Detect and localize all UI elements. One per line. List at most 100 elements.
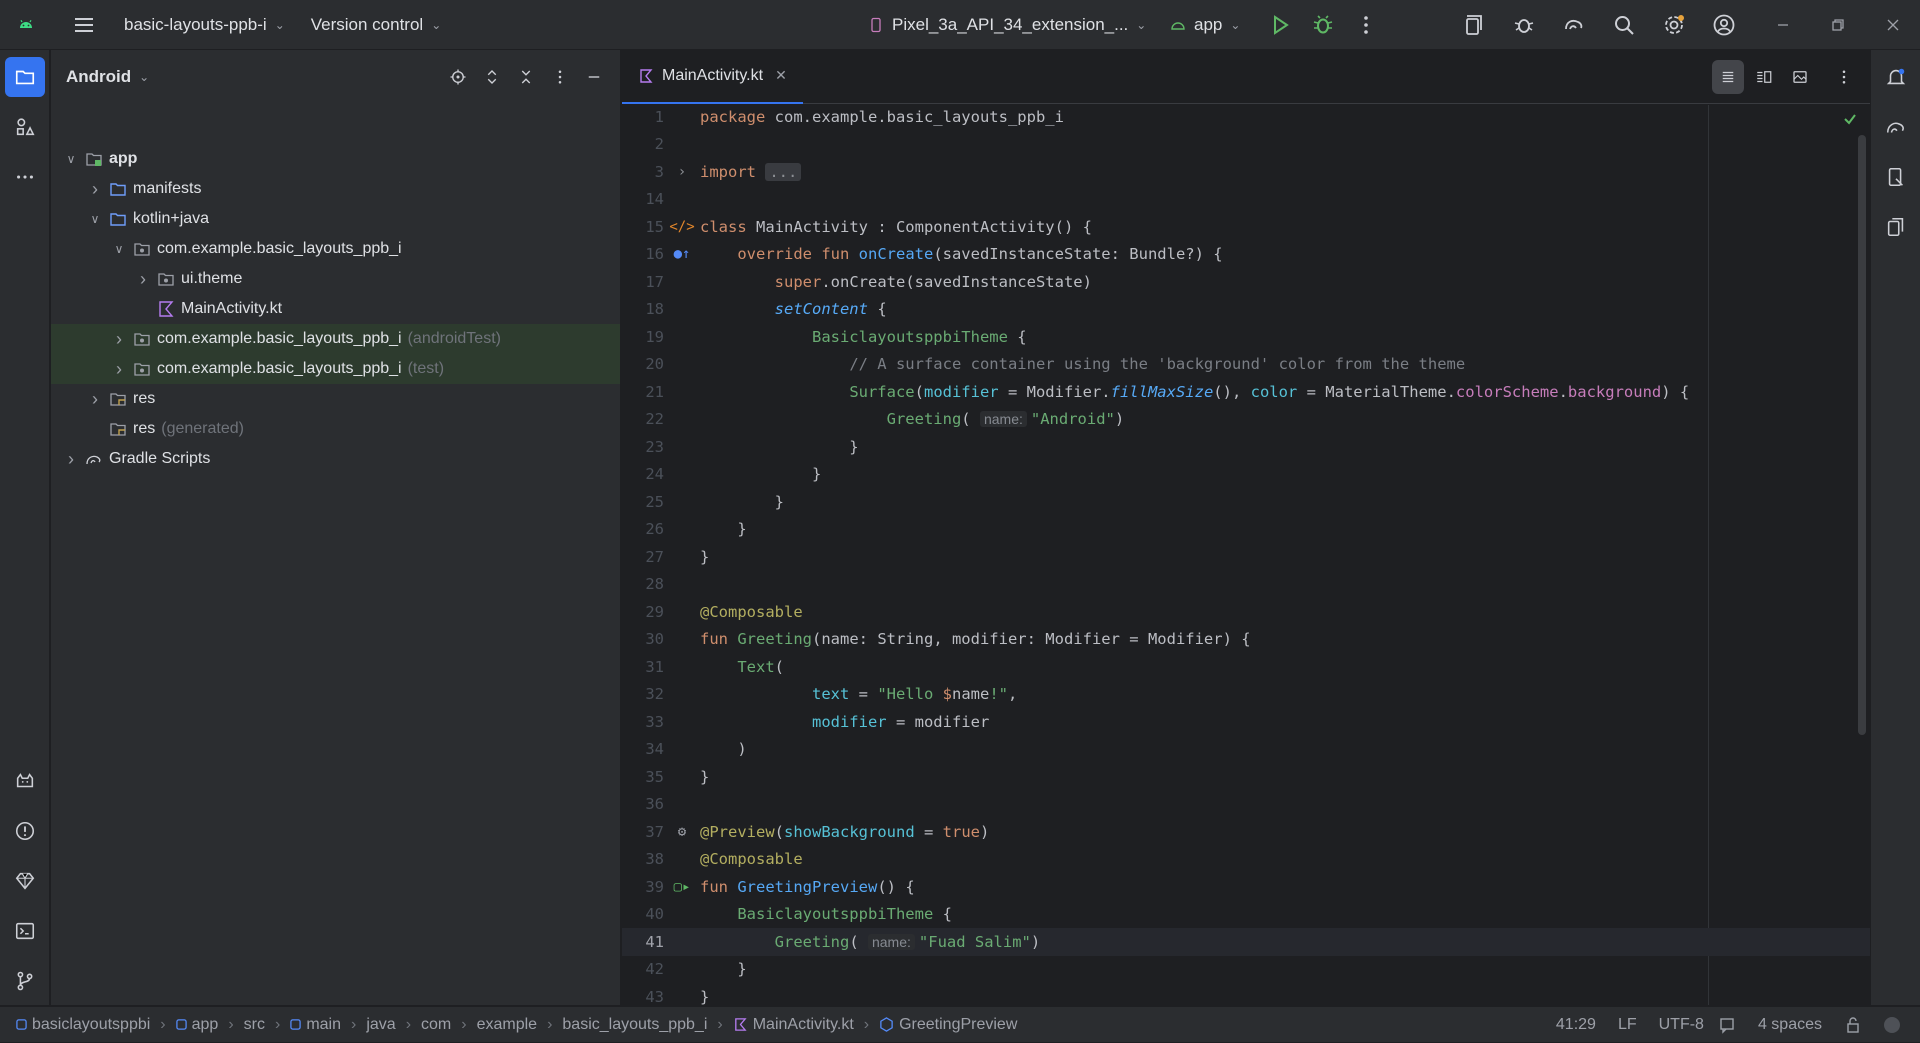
code-line[interactable]: 27} (622, 543, 1870, 571)
code-line[interactable]: 36 (622, 791, 1870, 819)
code-line[interactable]: 18 setContent { (622, 296, 1870, 324)
code-line[interactable]: 40 BasiclayoutsppbiTheme { (622, 901, 1870, 929)
code-line[interactable]: 34 ) (622, 736, 1870, 764)
code-area[interactable]: 1 package com.example.basic_layouts_ppb_i… (622, 105, 1870, 1005)
chevron-right-icon[interactable]: › (87, 389, 103, 410)
minimize-window-icon[interactable] (1763, 5, 1803, 45)
gradle-sync-icon[interactable] (1554, 5, 1594, 45)
gradle-tool-icon[interactable] (1876, 107, 1916, 147)
chevron-right-icon[interactable]: › (135, 269, 151, 290)
code-line[interactable]: 28 (622, 571, 1870, 599)
more-actions-icon[interactable] (1346, 5, 1386, 45)
breadcrumb-item[interactable]: basic_layouts_ppb_i (562, 1016, 707, 1034)
tree-item[interactable]: › res (51, 384, 620, 414)
split-view-icon[interactable] (1748, 60, 1780, 94)
terminal-icon[interactable] (5, 911, 45, 951)
code-line[interactable]: 16 ●↑ override fun onCreate(savedInstance… (622, 241, 1870, 269)
app-quality-icon[interactable] (5, 861, 45, 901)
run-icon[interactable] (1260, 5, 1300, 45)
android-activity-icon[interactable]: </> (669, 219, 694, 235)
expand-all-icon[interactable] (476, 60, 508, 94)
notifications-icon[interactable] (1876, 57, 1916, 97)
run-config-selector[interactable]: app ⌄ (1162, 8, 1248, 42)
file-encoding[interactable]: UTF-8 (1659, 1016, 1704, 1034)
code-line[interactable]: 14 (622, 186, 1870, 214)
code-line[interactable]: 19 BasiclayoutsppbiTheme { (622, 323, 1870, 351)
code-line[interactable]: 15 </> class MainActivity : ComponentActiv… (622, 213, 1870, 241)
editor-more-icon[interactable] (1828, 60, 1860, 94)
code-line[interactable]: 31 Text( (622, 653, 1870, 681)
tree-item[interactable]: MainActivity.kt (51, 294, 620, 324)
chevron-right-icon[interactable]: › (87, 179, 103, 200)
breadcrumb-item[interactable]: MainActivity.kt (733, 1016, 854, 1034)
main-menu-icon[interactable] (64, 5, 104, 45)
fold-arrow-icon[interactable]: › (678, 164, 686, 180)
project-tool-icon[interactable] (5, 57, 45, 97)
tree-item[interactable]: › ui.theme (51, 264, 620, 294)
code-line[interactable]: 32 text = "Hello $name!", (622, 681, 1870, 709)
hide-panel-icon[interactable] (578, 60, 610, 94)
memory-indicator-icon[interactable] (1884, 1017, 1900, 1033)
code-line[interactable]: 20 // A surface container using the 'bac… (622, 351, 1870, 379)
device-explorer-icon[interactable] (1876, 157, 1916, 197)
read-only-toggle-icon[interactable] (1718, 1016, 1736, 1034)
design-view-icon[interactable] (1784, 60, 1816, 94)
close-window-icon[interactable] (1873, 5, 1913, 45)
code-line[interactable]: 33 modifier = modifier (622, 708, 1870, 736)
code-line[interactable]: 22 Greeting( name: "Android") (622, 406, 1870, 434)
code-line[interactable]: 2 (622, 131, 1870, 159)
lock-icon[interactable] (1844, 1016, 1862, 1034)
breadcrumb-item[interactable]: basiclayoutsppbi (16, 1016, 150, 1034)
breadcrumb-item[interactable]: GreetingPreview (879, 1016, 1017, 1034)
restore-window-icon[interactable] (1818, 5, 1858, 45)
locate-file-icon[interactable] (442, 60, 474, 94)
project-selector[interactable]: basic-layouts-ppb-i ⌄ (116, 8, 293, 42)
device-selector[interactable]: Pixel_3a_API_34_extension_... ⌄ (860, 8, 1154, 42)
tree-item[interactable]: › Gradle Scripts (51, 444, 620, 474)
code-line[interactable]: 26 } (622, 516, 1870, 544)
chevron-down-icon[interactable]: ∨ (87, 212, 103, 226)
resource-manager-icon[interactable] (5, 107, 45, 147)
search-icon[interactable] (1604, 5, 1644, 45)
tree-item[interactable]: ∨ app (51, 144, 620, 174)
code-view-icon[interactable] (1712, 60, 1744, 94)
run-preview-icon[interactable]: ▢▸ (674, 879, 691, 895)
code-line[interactable]: 42 } (622, 956, 1870, 984)
code-line[interactable]: 1 package com.example.basic_layouts_ppb_i (622, 105, 1870, 131)
code-line[interactable]: 37 ⚙ @Preview(showBackground = true) (622, 818, 1870, 846)
debug-icon[interactable] (1303, 5, 1343, 45)
breadcrumb-item[interactable]: src (244, 1016, 265, 1034)
settings-icon[interactable] (1654, 5, 1694, 45)
problems-icon[interactable] (5, 811, 45, 851)
line-separator[interactable]: LF (1618, 1016, 1637, 1034)
chevron-right-icon[interactable]: › (111, 359, 127, 380)
git-icon[interactable] (5, 961, 45, 1001)
preview-settings-icon[interactable]: ⚙ (678, 824, 686, 840)
tree-item[interactable]: › com.example.basic_layouts_ppb_i (android… (51, 324, 620, 354)
code-line[interactable]: 21 Surface(modifier = Modifier.fillMaxSi… (622, 378, 1870, 406)
code-line[interactable]: 29 @Composable (622, 598, 1870, 626)
breadcrumb-item[interactable]: com (421, 1016, 451, 1034)
chevron-down-icon[interactable]: ∨ (111, 242, 127, 256)
code-line[interactable]: 38 @Composable (622, 846, 1870, 874)
code-line[interactable]: 43} (622, 983, 1870, 1005)
indent-setting[interactable]: 4 spaces (1758, 1016, 1822, 1034)
tree-item[interactable]: › com.example.basic_layouts_ppb_i (test) (51, 354, 620, 384)
device-manager-icon[interactable] (1454, 5, 1494, 45)
version-control-menu[interactable]: Version control ⌄ (303, 8, 450, 42)
code-line[interactable]: 24 } (622, 461, 1870, 489)
chevron-right-icon[interactable]: › (63, 449, 79, 470)
code-line[interactable]: 23 } (622, 433, 1870, 461)
tab-main-activity[interactable]: MainActivity.kt ✕ (622, 50, 803, 104)
code-line[interactable]: 41 Greeting( name: "Fuad Salim") (622, 928, 1870, 956)
collapse-all-icon[interactable] (510, 60, 542, 94)
tree-item[interactable]: res (generated) (51, 414, 620, 444)
chevron-right-icon[interactable]: › (111, 329, 127, 350)
chevron-down-icon[interactable]: ∨ (63, 152, 79, 166)
tree-item[interactable]: › manifests (51, 174, 620, 204)
breadcrumb-item[interactable]: main (290, 1016, 341, 1034)
code-line[interactable]: 3 › import ... (622, 158, 1870, 186)
app-quality-insights-icon[interactable] (1504, 5, 1544, 45)
account-icon[interactable] (1704, 5, 1744, 45)
breadcrumb-item[interactable]: app (175, 1016, 218, 1034)
